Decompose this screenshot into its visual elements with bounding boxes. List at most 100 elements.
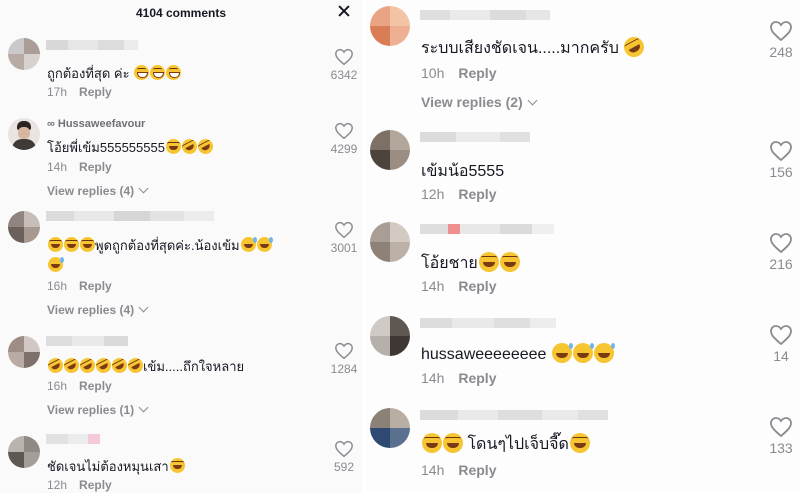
- grin-emoji-icon: [134, 65, 150, 80]
- comment-meta: 17h Reply: [47, 85, 112, 99]
- avatar[interactable]: [370, 130, 410, 170]
- comment-meta: 14h Reply: [421, 370, 496, 386]
- heart-icon: [770, 233, 792, 254]
- view-replies-button[interactable]: View replies (4): [47, 302, 149, 317]
- like-button[interactable]: 3001: [326, 221, 362, 255]
- avatar[interactable]: [370, 408, 410, 448]
- grin-emoji-icon: [166, 65, 182, 80]
- comment-text: เข้มน้อ5555: [421, 163, 505, 180]
- rofl-emoji-icon: [93, 355, 114, 376]
- reply-button[interactable]: Reply: [458, 65, 496, 81]
- like-button[interactable]: 133: [762, 416, 800, 456]
- rofl-emoji-icon: [109, 355, 130, 376]
- avatar[interactable]: [370, 222, 410, 262]
- reply-button[interactable]: Reply: [79, 478, 112, 492]
- comment-meta: 16h Reply: [47, 279, 112, 293]
- comment-meta: 16h Reply: [47, 379, 112, 393]
- avatar[interactable]: [8, 118, 40, 150]
- comment-text-line2: [47, 257, 64, 273]
- username[interactable]: ∞ Hussaweefavour: [47, 118, 145, 130]
- blurred-username: [420, 410, 608, 420]
- laughing-emoji-icon: [165, 139, 181, 154]
- like-count: 248: [769, 44, 793, 60]
- comment-time: 14h: [421, 462, 445, 478]
- avatar[interactable]: [8, 211, 40, 243]
- comment-time: 14h: [47, 160, 68, 174]
- sweat-smile-emoji-icon: [551, 343, 573, 363]
- like-count: 592: [333, 460, 355, 474]
- rofl-emoji-icon: [45, 355, 66, 376]
- avatar[interactable]: [370, 6, 410, 46]
- like-button[interactable]: 592: [326, 440, 362, 474]
- heart-icon: [335, 122, 353, 140]
- like-button[interactable]: 4299: [326, 122, 362, 156]
- chevron-down-icon: [138, 183, 149, 194]
- chevron-down-icon: [138, 302, 149, 313]
- heart-icon: [335, 221, 353, 239]
- rofl-emoji-icon: [179, 136, 200, 157]
- like-count: 216: [769, 256, 793, 272]
- comments-panel-left: 4104 comments ถูกต้องที่สุด ค่ะ 17h Reply…: [0, 0, 362, 493]
- view-replies-button[interactable]: View replies (4): [47, 183, 149, 198]
- avatar[interactable]: [370, 316, 410, 356]
- rofl-emoji-icon: [620, 33, 648, 61]
- laughing-emoji-icon: [80, 237, 95, 252]
- laughing-emoji-icon: [64, 237, 79, 252]
- like-button[interactable]: 1284: [326, 342, 362, 376]
- avatar[interactable]: [8, 38, 40, 70]
- blurred-username: [420, 132, 530, 142]
- comments-count-title: 4104 comments: [135, 6, 227, 20]
- comment-text: โอ้ยชาย: [421, 251, 520, 276]
- reply-button[interactable]: Reply: [458, 278, 496, 294]
- like-count: 4299: [330, 142, 358, 156]
- comment-meta: 14h Reply: [47, 160, 112, 174]
- sweat-smile-emoji-icon: [48, 257, 64, 272]
- reply-button[interactable]: Reply: [79, 279, 112, 293]
- view-replies-button[interactable]: View replies (2): [421, 94, 538, 110]
- like-count: 6342: [330, 68, 358, 82]
- close-icon[interactable]: [337, 4, 351, 18]
- laughing-emoji-icon: [499, 252, 520, 272]
- comment-meta: 14h Reply: [421, 278, 496, 294]
- sweat-smile-emoji-icon: [256, 237, 273, 252]
- like-count: 14: [773, 348, 789, 364]
- avatar[interactable]: [8, 436, 40, 468]
- comment-meta: 12h Reply: [421, 186, 496, 202]
- sweat-smile-emoji-icon: [572, 343, 594, 363]
- like-count: 3001: [330, 241, 358, 255]
- heart-icon: [770, 325, 792, 346]
- like-button[interactable]: 6342: [326, 48, 362, 82]
- reply-button[interactable]: Reply: [79, 379, 112, 393]
- blurred-username: [420, 224, 554, 234]
- laughing-emoji-icon: [169, 458, 185, 473]
- comment-text: ถูกต้องที่สุด ค่ะ: [47, 63, 182, 84]
- reply-button[interactable]: Reply: [458, 186, 496, 202]
- comment-time: 16h: [47, 279, 68, 293]
- comment-time: 12h: [421, 186, 445, 202]
- heart-icon: [770, 417, 792, 438]
- reply-button[interactable]: Reply: [458, 370, 496, 386]
- heart-icon: [770, 21, 792, 42]
- comment-text: ชัดเจนไม่ต้องหมุนเสา: [47, 456, 185, 477]
- like-button[interactable]: 14: [762, 324, 800, 364]
- blurred-username: [46, 40, 138, 50]
- like-button[interactable]: 156: [762, 140, 800, 180]
- like-button[interactable]: 216: [762, 232, 800, 272]
- rofl-emoji-icon: [195, 136, 216, 157]
- like-button[interactable]: 248: [762, 20, 800, 60]
- reply-button[interactable]: Reply: [458, 462, 496, 478]
- rofl-emoji-icon: [61, 355, 82, 376]
- comment-time: 17h: [47, 85, 68, 99]
- comment-text: ระบบเสียงชัดเจน.....มากครับ: [421, 33, 648, 61]
- rofl-emoji-icon: [77, 355, 98, 376]
- reply-button[interactable]: Reply: [79, 85, 112, 99]
- reply-button[interactable]: Reply: [79, 160, 112, 174]
- comments-panel-right: ระบบเสียงชัดเจน.....มากครับ 10h Reply Vie…: [366, 0, 800, 493]
- blurred-username: [420, 10, 550, 20]
- avatar[interactable]: [8, 336, 40, 368]
- chevron-down-icon: [138, 402, 149, 413]
- comment-text: โอ้ยพี่เข้ม555555555: [47, 136, 216, 158]
- comment-text: โดนๆไปเจ็บจี๊ด: [421, 432, 590, 457]
- comment-text: hussaweeeeeeee: [421, 343, 615, 364]
- view-replies-button[interactable]: View replies (1): [47, 402, 149, 417]
